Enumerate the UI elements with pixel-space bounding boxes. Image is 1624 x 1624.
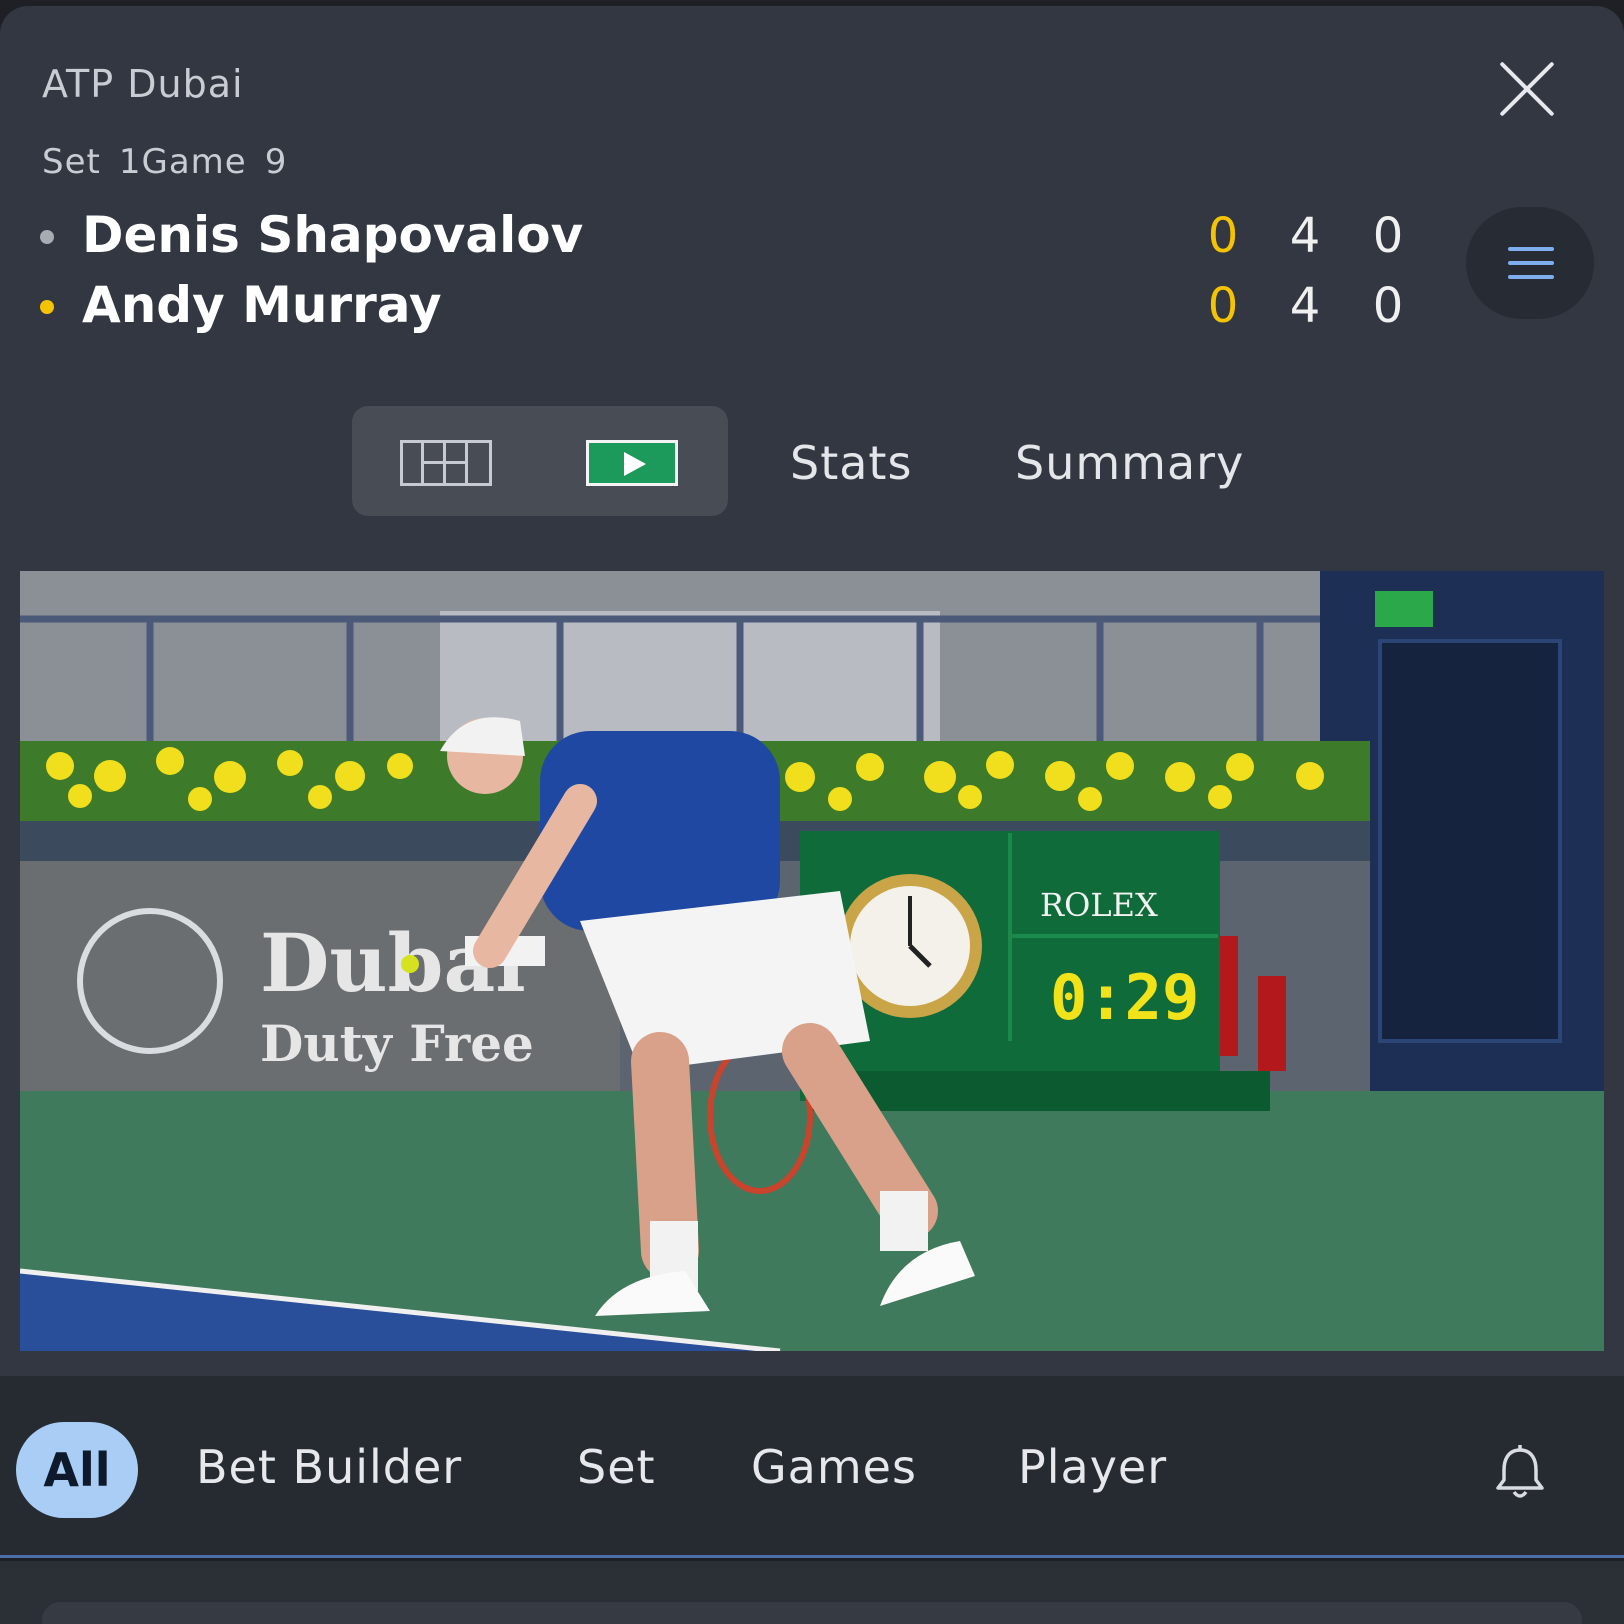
board-timer: 0:29 (1050, 961, 1199, 1034)
game-label: Game (141, 142, 247, 182)
video-frame: Dubai Duty Free ROLEX 0:29 (20, 571, 1604, 1351)
games-score: 4 (1289, 208, 1321, 264)
bell-icon[interactable] (1490, 1442, 1550, 1502)
player-row: Andy Murray 0 4 0 (40, 276, 1420, 336)
game-value: 9 (264, 142, 288, 182)
market-filter-bar: All Bet Builder Set Games Player (0, 1376, 1624, 1558)
serve-indicator (40, 300, 54, 314)
menu-icon[interactable] (1466, 207, 1594, 319)
tab-summary[interactable]: Summary (1015, 436, 1244, 490)
point-score: 0 (1207, 208, 1239, 264)
tab-stats[interactable]: Stats (790, 436, 912, 490)
sets-score: 0 (1372, 278, 1404, 334)
filter-chip-player[interactable]: Player (1018, 1440, 1167, 1494)
set-value: 1 (118, 142, 142, 182)
live-video[interactable]: Dubai Duty Free ROLEX 0:29 (20, 571, 1604, 1351)
set-label: Set (42, 142, 101, 182)
player-name: Denis Shapovalov (82, 206, 584, 264)
banner-line2: Duty Free (260, 1014, 534, 1073)
market-card[interactable] (42, 1602, 1582, 1624)
player-name: Andy Murray (82, 276, 442, 334)
filter-chip-bet-builder[interactable]: Bet Builder (196, 1440, 462, 1494)
filter-chip-set[interactable]: Set (577, 1440, 656, 1494)
period-info: Set 1 Game 9 (42, 142, 305, 182)
close-icon[interactable] (1496, 58, 1558, 120)
view-toggle (352, 406, 728, 516)
board-brand: ROLEX (1040, 886, 1158, 924)
court-grid-icon[interactable] (400, 440, 492, 486)
games-score: 4 (1289, 278, 1321, 334)
filter-chip-all[interactable]: All (16, 1422, 138, 1518)
player-row: Denis Shapovalov 0 4 0 (40, 206, 1420, 266)
sets-score: 0 (1372, 208, 1404, 264)
competition-title: ATP Dubai (42, 62, 244, 106)
filter-chip-games[interactable]: Games (751, 1440, 917, 1494)
serve-indicator (40, 230, 54, 244)
point-score: 0 (1207, 278, 1239, 334)
play-video-icon[interactable] (586, 440, 678, 486)
